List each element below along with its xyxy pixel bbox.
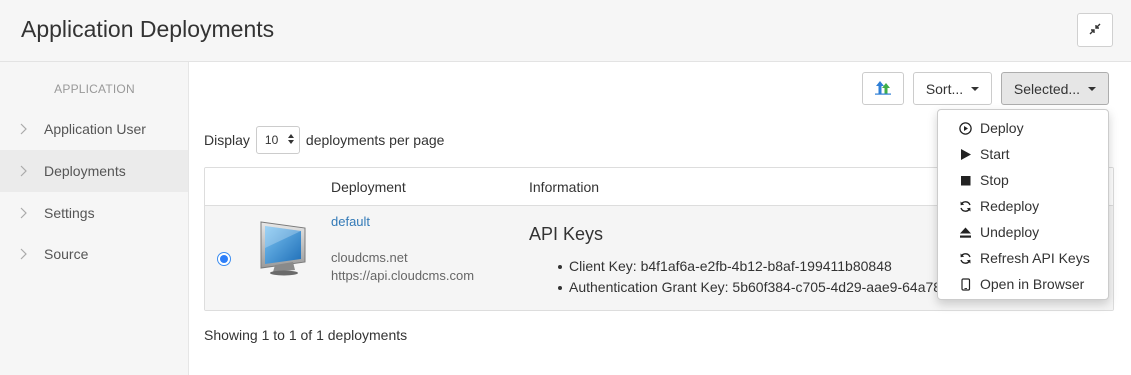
caret-down-icon <box>1088 86 1097 91</box>
monitor-icon <box>255 218 315 281</box>
pagination-info: Showing 1 to 1 of 1 deployments <box>204 327 408 343</box>
chevron-right-icon <box>0 248 44 260</box>
row-select-radio[interactable] <box>217 252 231 266</box>
api-keys-list: Client Key: b4f1af6a-e2fb-4b12-b8af-1994… <box>529 256 941 298</box>
eject-icon <box>959 226 972 239</box>
sidebar-item-label: Deployments <box>44 163 126 179</box>
sidebar-item-deployments[interactable]: Deployments <box>0 150 188 192</box>
sidebar: APPLICATION Application User Deployments… <box>0 62 189 375</box>
phone-icon <box>959 277 972 291</box>
menu-item-label: Stop <box>980 172 1009 188</box>
chevron-right-icon <box>0 207 44 219</box>
column-header-information[interactable]: Information <box>529 179 599 195</box>
deployment-url: https://api.cloudcms.com <box>331 268 475 283</box>
caret-down-icon <box>971 86 980 91</box>
auth-grant-key: Authentication Grant Key: 5b60f384-c705-… <box>529 277 941 298</box>
display-label: Display <box>204 132 250 148</box>
stop-icon <box>959 174 972 187</box>
refresh-icon <box>959 200 972 213</box>
per-page-label: deployments per page <box>305 132 445 148</box>
selected-actions-button[interactable]: Selected... <box>1001 72 1109 105</box>
upload-button[interactable] <box>862 72 904 105</box>
sidebar-item-label: Settings <box>44 205 95 221</box>
sidebar-item-settings[interactable]: Settings <box>0 192 188 234</box>
chevron-right-icon <box>0 123 44 135</box>
deployment-name-link[interactable]: default <box>331 214 370 229</box>
sidebar-heading: APPLICATION <box>54 82 135 96</box>
selected-button-label: Selected... <box>1013 80 1081 97</box>
page-size-select[interactable]: 10 <box>255 126 300 154</box>
page-size-value: 10 <box>264 133 279 147</box>
play-circle-icon <box>959 121 972 135</box>
sidebar-item-application-user[interactable]: Application User <box>0 108 188 150</box>
upload-arrows-icon <box>874 79 892 98</box>
menu-item-refresh-api-keys[interactable]: Refresh API Keys <box>938 245 1108 271</box>
menu-item-open-in-browser[interactable]: Open in Browser <box>938 271 1108 297</box>
collapse-button[interactable] <box>1077 13 1113 47</box>
play-icon <box>959 148 972 161</box>
menu-item-label: Open in Browser <box>980 276 1085 292</box>
sort-button[interactable]: Sort... <box>913 72 992 105</box>
sidebar-item-label: Source <box>44 246 89 262</box>
menu-item-stop[interactable]: Stop <box>938 167 1108 193</box>
compress-icon <box>1089 22 1101 38</box>
client-key: Client Key: b4f1af6a-e2fb-4b12-b8af-1994… <box>529 256 941 277</box>
chevron-right-icon <box>0 165 44 177</box>
deployment-host: cloudcms.net <box>331 250 408 265</box>
page-size-row: Display 10 deployments per page <box>204 126 444 154</box>
sidebar-item-label: Application User <box>44 121 146 137</box>
api-keys-heading: API Keys <box>529 224 604 244</box>
sidebar-item-source[interactable]: Source <box>0 233 188 275</box>
sort-button-label: Sort... <box>925 80 964 97</box>
spinner-icon <box>287 134 294 144</box>
menu-item-redeploy[interactable]: Redeploy <box>938 193 1108 219</box>
refresh-icon <box>959 252 972 265</box>
selected-actions-menu: Deploy Start Stop Redeploy Undeploy Refr… <box>937 109 1109 300</box>
page-title: Application Deployments <box>21 16 275 42</box>
menu-item-start[interactable]: Start <box>938 141 1108 167</box>
menu-item-label: Deploy <box>980 120 1024 136</box>
menu-item-label: Refresh API Keys <box>980 250 1090 266</box>
menu-item-label: Undeploy <box>980 224 1040 240</box>
column-header-deployment[interactable]: Deployment <box>331 179 406 195</box>
menu-item-label: Redeploy <box>980 198 1040 214</box>
menu-item-label: Start <box>980 146 1010 162</box>
menu-item-deploy[interactable]: Deploy <box>938 115 1108 141</box>
menu-item-undeploy[interactable]: Undeploy <box>938 219 1108 245</box>
page-header: Application Deployments <box>0 0 1131 62</box>
